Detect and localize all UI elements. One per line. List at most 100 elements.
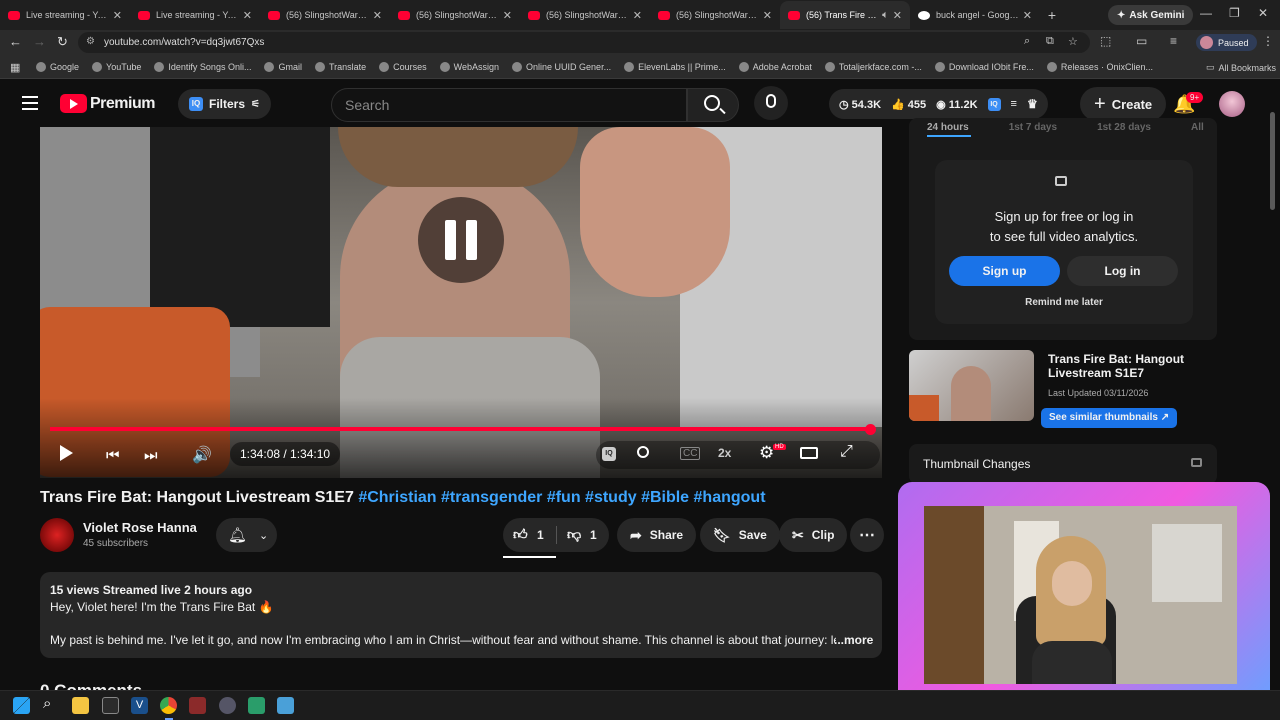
profile-chip[interactable]: Paused (1196, 34, 1257, 51)
iq-player-icon[interactable]: IQ (602, 447, 616, 461)
analytics-tab[interactable]: 1st 7 days (1009, 122, 1057, 133)
minimize-icon[interactable]: — (1200, 6, 1212, 20)
previous-icon[interactable]: ⏮ (106, 447, 120, 464)
file-explorer-icon[interactable] (72, 697, 89, 714)
see-similar-thumbnails-button[interactable]: See similar thumbnails ↗ (1041, 408, 1178, 428)
bookmark-star-icon[interactable]: ☆ (1068, 35, 1078, 48)
reload-icon[interactable]: ↻ (57, 34, 68, 50)
close-tab-icon[interactable]: ✕ (1023, 9, 1032, 22)
thumbs-down-icon[interactable]: 👎︎ (567, 526, 581, 543)
cast-icon[interactable]: ⧉ (1046, 35, 1054, 48)
restore-icon[interactable]: ❐ (1229, 6, 1240, 20)
address-bar[interactable]: ⚙ youtube.com/watch?v=dq3jwt67Qxs ⌕ ⧉ ☆ (78, 32, 1090, 53)
store-icon[interactable] (102, 697, 119, 714)
close-window-icon[interactable]: ✕ (1258, 6, 1268, 20)
app3-icon[interactable] (277, 697, 294, 714)
bookmark-item[interactable]: Translate (314, 61, 366, 72)
video-hashtags[interactable]: #Christian #transgender #fun #study #Bib… (358, 489, 765, 506)
settings-gear-icon[interactable]: ⚙ (759, 443, 774, 463)
dislike-count[interactable]: 1 (590, 528, 597, 542)
create-button[interactable]: + Create (1080, 87, 1167, 121)
remind-later-link[interactable]: Remind me later (935, 297, 1193, 308)
thumbnail-changes-row[interactable]: Thumbnail Changes (909, 444, 1217, 484)
close-tab-icon[interactable]: ✕ (893, 9, 902, 22)
like-count[interactable]: 1 (537, 528, 544, 542)
bookmark-item[interactable]: Adobe Acrobat (738, 61, 812, 72)
close-tab-icon[interactable]: ✕ (113, 9, 122, 22)
close-tab-icon[interactable]: ✕ (763, 9, 772, 22)
clip-button[interactable]: ✂ Clip (779, 518, 848, 552)
bookmark-item[interactable]: WebAssign (439, 61, 499, 72)
subscribed-bell-button[interactable]: 🔔︎ ⌄ (216, 518, 277, 552)
bookmark-item[interactable]: Gmail (264, 61, 302, 72)
hamburger-menu-icon[interactable] (22, 96, 38, 110)
share-button[interactable]: ➦ Share (617, 518, 697, 552)
bookmark-item[interactable]: Identify Songs Onli... (154, 61, 251, 72)
video-thumbnail[interactable] (909, 350, 1034, 421)
browser-tab[interactable]: (56) SlingshotWarrior D...✕ (260, 1, 390, 29)
vscode-icon[interactable]: V (131, 697, 148, 714)
taskbar-search-icon[interactable]: ⌕ (43, 695, 51, 712)
more-link[interactable]: ...more (834, 633, 873, 647)
back-icon[interactable]: ← (9, 34, 22, 49)
speed-button[interactable]: 2x (718, 446, 731, 460)
volume-icon[interactable]: 🔊 (192, 445, 212, 465)
video-player[interactable]: ⏮ ⏭ 🔊 1:34:08 / 1:34:10 IQ CC 2x ⚙ HD ⤢ (40, 127, 882, 478)
all-bookmarks-button[interactable]: ▭ All Bookmarks (1206, 62, 1276, 73)
captions-icon[interactable]: CC (680, 447, 701, 460)
channel-avatar[interactable] (40, 518, 74, 552)
bookmark-item[interactable]: Releases · OnixClien... (1046, 61, 1153, 72)
channel-name[interactable]: Violet Rose Hanna (83, 520, 197, 535)
app-icon[interactable] (189, 697, 206, 714)
menu-dots-icon[interactable]: ⋮ (1262, 34, 1274, 48)
save-button[interactable]: 🔖︎ Save (700, 518, 780, 552)
browser-tab[interactable]: (56) Trans Fire Bat: 🔈︎ ✕ (780, 1, 910, 29)
settings-app-icon[interactable] (219, 697, 236, 714)
fullscreen-icon[interactable]: ⤢ (840, 443, 853, 461)
media-controls-icon[interactable]: ≡ (1170, 34, 1177, 48)
bookmark-item[interactable]: ElevenLabs || Prime... (624, 61, 726, 72)
app2-icon[interactable] (248, 697, 265, 714)
voice-search-button[interactable] (754, 86, 788, 120)
ask-gemini-button[interactable]: ✦ Ask Gemini (1108, 5, 1194, 25)
pause-overlay-button[interactable] (418, 197, 504, 283)
zoom-icon[interactable]: ⌕ (1024, 35, 1030, 48)
extensions-icon[interactable]: ⬚ (1100, 34, 1111, 48)
bookmark-item[interactable]: Online UUID Gener... (512, 61, 611, 72)
filters-button[interactable]: IQ Filters ⚟ (178, 89, 271, 119)
bookmark-item[interactable]: Download IObit Fre... (934, 61, 1034, 72)
search-input[interactable]: Search (331, 88, 687, 122)
close-tab-icon[interactable]: ✕ (633, 9, 642, 22)
forward-icon[interactable]: → (33, 34, 46, 49)
analytics-tab[interactable]: 1st 28 days (1097, 122, 1151, 133)
more-actions-button[interactable]: ⋯ (850, 518, 884, 552)
page-scrollbar[interactable] (1270, 112, 1275, 210)
tab-audio-icon[interactable]: 🔈︎ (882, 9, 889, 22)
chrome-icon[interactable] (160, 697, 177, 714)
play-icon[interactable] (60, 445, 73, 461)
close-tab-icon[interactable]: ✕ (243, 9, 252, 22)
browser-tab[interactable]: (56) SlingshotWarrior D...✕ (390, 1, 520, 29)
login-button[interactable]: Log in (1067, 256, 1178, 286)
browser-tab[interactable]: (56) SlingshotWarrior - ✕ (520, 1, 650, 29)
signup-button[interactable]: Sign up (949, 256, 1060, 286)
next-icon[interactable]: ⏭ (144, 447, 158, 464)
search-button[interactable] (687, 88, 739, 122)
browser-tab[interactable]: Live streaming - YouTube✕ (0, 1, 130, 29)
split-view-icon[interactable]: ▭ (1136, 34, 1147, 48)
bookmark-item[interactable]: Totaljerkface.com -... (824, 61, 922, 72)
browser-tab[interactable]: (56) SlingshotWarrior - ✕ (650, 1, 780, 29)
account-avatar[interactable] (1219, 91, 1245, 117)
youtube-premium-logo[interactable]: Premium (60, 94, 155, 113)
thumbs-up-icon[interactable]: 👍︎ (513, 526, 528, 543)
autoplay-toggle-icon[interactable] (637, 446, 649, 458)
close-tab-icon[interactable]: ✕ (373, 9, 382, 22)
site-info-icon[interactable]: ⚙ (86, 36, 95, 47)
browser-tab[interactable]: Live streaming - YouTube✕ (130, 1, 260, 29)
description-box[interactable]: 15 views Streamed live 2 hours ago Hey, … (40, 572, 882, 658)
bookmark-item[interactable]: Google (36, 61, 79, 72)
windows-start-icon[interactable] (13, 697, 30, 714)
close-tab-icon[interactable]: ✕ (503, 9, 512, 22)
analytics-tab[interactable]: 24 hours (927, 122, 969, 133)
apps-grid-icon[interactable]: ▦ (10, 61, 20, 74)
